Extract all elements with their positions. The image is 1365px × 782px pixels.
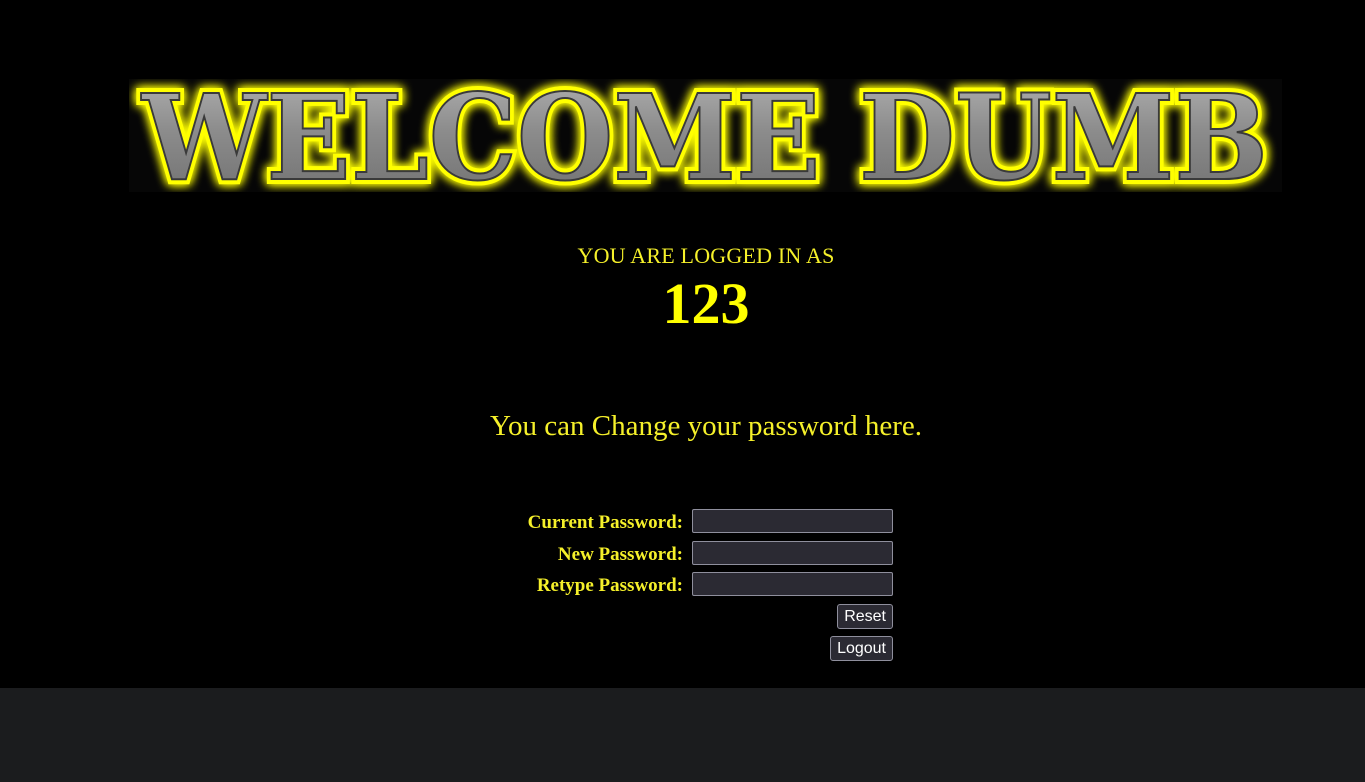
banner-metal-text: WELCOME DUMB	[140, 79, 1268, 192]
welcome-banner: WELCOME DUMB WELCOME DUMB	[129, 79, 1282, 192]
page: WELCOME DUMB WELCOME DUMB YOU ARE LOGGED…	[0, 0, 1365, 688]
retype-password-label: Retype Password:	[536, 575, 683, 596]
current-password-input[interactable]	[692, 509, 893, 533]
current-password-label: Current Password:	[527, 512, 683, 533]
logout-button[interactable]: Logout	[830, 636, 893, 661]
logged-in-label: YOU ARE LOGGED IN AS	[577, 243, 835, 268]
retype-password-row: Retype Password:	[430, 572, 893, 600]
retype-password-input[interactable]	[692, 572, 893, 596]
change-password-message: You can Change your password here.	[490, 410, 922, 442]
new-password-label: New Password:	[557, 544, 683, 565]
username: 123	[662, 271, 750, 336]
reset-button[interactable]: Reset	[837, 604, 893, 629]
welcome-banner-image: WELCOME DUMB WELCOME DUMB	[135, 79, 1273, 192]
new-password-row: New Password:	[430, 541, 893, 569]
current-password-row: Current Password:	[430, 509, 893, 537]
new-password-input[interactable]	[692, 541, 893, 565]
